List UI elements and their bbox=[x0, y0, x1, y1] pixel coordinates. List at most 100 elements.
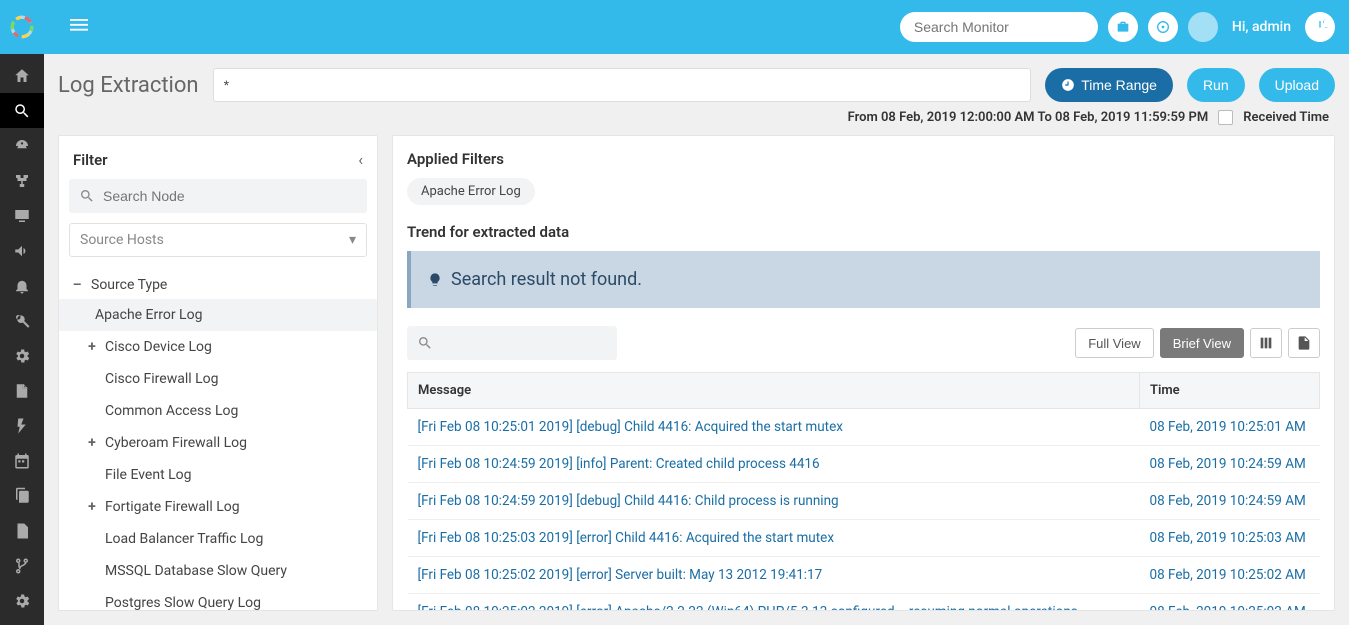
brief-view-button[interactable]: Brief View bbox=[1160, 328, 1244, 358]
filter-title: Filter bbox=[73, 151, 108, 169]
time-range-label: Time Range bbox=[1081, 77, 1157, 93]
nav-network[interactable] bbox=[0, 163, 44, 198]
nav-document[interactable] bbox=[0, 513, 44, 548]
received-time-checkbox[interactable] bbox=[1218, 110, 1233, 125]
cell-message: [Fri Feb 08 10:24:59 2019] [info] Parent… bbox=[408, 446, 1140, 483]
applied-filters-title: Applied Filters bbox=[407, 150, 1320, 168]
search-notice: Search result not found. bbox=[407, 251, 1320, 308]
target-icon[interactable] bbox=[1148, 12, 1178, 42]
source-type-label: Source Type bbox=[91, 277, 167, 293]
full-view-button[interactable]: Full View bbox=[1075, 328, 1154, 358]
nav-alerts[interactable] bbox=[0, 268, 44, 303]
query-input[interactable] bbox=[213, 68, 1032, 102]
nav-admin[interactable] bbox=[0, 583, 44, 618]
plus-icon: + bbox=[87, 339, 97, 355]
table-row[interactable]: [Fri Feb 08 10:24:59 2019] [info] Parent… bbox=[408, 446, 1320, 483]
upload-button[interactable]: Upload bbox=[1259, 68, 1335, 102]
nav-settings[interactable] bbox=[0, 338, 44, 373]
nav-home[interactable] bbox=[0, 58, 44, 93]
nav-calendar[interactable] bbox=[0, 443, 44, 478]
nav-export[interactable] bbox=[0, 373, 44, 408]
nav-search[interactable] bbox=[0, 93, 44, 128]
cell-message: [Fri Feb 08 10:25:01 2019] [debug] Child… bbox=[408, 409, 1140, 446]
search-node-field[interactable] bbox=[69, 179, 367, 213]
nav-announce[interactable] bbox=[0, 233, 44, 268]
table-row[interactable]: [Fri Feb 08 10:25:02 2019] [error] Serve… bbox=[408, 557, 1320, 594]
topbar: Hi, admin bbox=[0, 0, 1349, 54]
applied-filter-chip[interactable]: Apache Error Log bbox=[407, 178, 535, 205]
cell-message: [Fri Feb 08 10:25:02 2019] [error] Apach… bbox=[408, 594, 1140, 612]
collapse-filter-icon[interactable]: ‹ bbox=[358, 150, 363, 169]
global-search-input[interactable] bbox=[914, 19, 1095, 35]
cell-time: 08 Feb, 2019 10:25:02 AM bbox=[1140, 594, 1320, 612]
source-type-label: MSSQL Database Slow Query bbox=[105, 563, 287, 579]
search-node-input[interactable] bbox=[103, 188, 357, 204]
nav-sidebar bbox=[0, 54, 44, 625]
nav-copy[interactable] bbox=[0, 478, 44, 513]
source-type-label: File Event Log bbox=[105, 467, 192, 483]
table-row[interactable]: [Fri Feb 08 10:25:03 2019] [error] Child… bbox=[408, 520, 1320, 557]
export-icon[interactable] bbox=[1288, 328, 1320, 358]
menu-toggle-icon[interactable] bbox=[70, 15, 88, 39]
search-icon bbox=[417, 335, 433, 351]
source-type-label: Apache Error Log bbox=[95, 307, 202, 323]
source-type-item[interactable]: Cisco Firewall Log bbox=[69, 363, 367, 395]
run-button[interactable]: Run bbox=[1187, 68, 1245, 102]
source-type-label: Cyberoam Firewall Log bbox=[105, 435, 247, 451]
main-content: Log Extraction Time Range Run Upload Fro… bbox=[44, 54, 1349, 625]
nav-flash[interactable] bbox=[0, 408, 44, 443]
col-time[interactable]: Time bbox=[1140, 373, 1320, 409]
lightbulb-icon bbox=[427, 272, 443, 288]
source-type-label: Fortigate Firewall Log bbox=[105, 499, 240, 515]
nav-monitor[interactable] bbox=[0, 198, 44, 233]
log-table: Message Time [Fri Feb 08 10:25:01 2019] … bbox=[407, 372, 1320, 611]
power-icon[interactable] bbox=[1305, 12, 1335, 42]
source-type-item[interactable]: Apache Error Log bbox=[59, 299, 377, 331]
source-type-toggle[interactable]: – Source Type bbox=[69, 271, 367, 299]
source-type-item[interactable]: + Cyberoam Firewall Log bbox=[69, 427, 367, 459]
cell-time: 08 Feb, 2019 10:25:01 AM bbox=[1140, 409, 1320, 446]
source-type-label: Cisco Firewall Log bbox=[105, 371, 219, 387]
cell-time: 08 Feb, 2019 10:24:59 AM bbox=[1140, 483, 1320, 520]
cell-time: 08 Feb, 2019 10:25:02 AM bbox=[1140, 557, 1320, 594]
source-type-item[interactable]: Common Access Log bbox=[69, 395, 367, 427]
global-search[interactable] bbox=[900, 12, 1098, 42]
page-title: Log Extraction bbox=[58, 73, 199, 98]
trend-title: Trend for extracted data bbox=[407, 223, 1320, 241]
source-type-item[interactable]: MSSQL Database Slow Query bbox=[69, 555, 367, 587]
filter-panel: Filter ‹ Source Hosts ▾ – Source Type bbox=[58, 135, 378, 611]
columns-icon[interactable] bbox=[1250, 328, 1282, 358]
source-type-item[interactable]: Load Balancer Traffic Log bbox=[69, 523, 367, 555]
app-logo bbox=[0, 0, 44, 54]
table-row[interactable]: [Fri Feb 08 10:25:01 2019] [debug] Child… bbox=[408, 409, 1320, 446]
time-range-text: From 08 Feb, 2019 12:00:00 AM To 08 Feb,… bbox=[848, 110, 1209, 125]
cell-message: [Fri Feb 08 10:25:03 2019] [error] Child… bbox=[408, 520, 1140, 557]
source-hosts-label: Source Hosts bbox=[80, 232, 164, 248]
nav-branch[interactable] bbox=[0, 548, 44, 583]
briefcase-icon[interactable] bbox=[1108, 12, 1138, 42]
source-type-item[interactable]: Postgres Slow Query Log bbox=[69, 587, 367, 610]
source-type-item[interactable]: File Event Log bbox=[69, 459, 367, 491]
cell-message: [Fri Feb 08 10:24:59 2019] [debug] Child… bbox=[408, 483, 1140, 520]
plus-icon: + bbox=[87, 435, 97, 451]
search-icon bbox=[79, 188, 95, 204]
source-type-label: Cisco Device Log bbox=[105, 339, 212, 355]
minus-icon: – bbox=[71, 277, 83, 293]
results-search[interactable] bbox=[407, 326, 617, 360]
table-row[interactable]: [Fri Feb 08 10:25:02 2019] [error] Apach… bbox=[408, 594, 1320, 612]
col-message[interactable]: Message bbox=[408, 373, 1140, 409]
source-type-item[interactable]: + Cisco Device Log bbox=[69, 331, 367, 363]
cell-message: [Fri Feb 08 10:25:02 2019] [error] Serve… bbox=[408, 557, 1140, 594]
source-hosts-select[interactable]: Source Hosts ▾ bbox=[69, 223, 367, 257]
nav-tools[interactable] bbox=[0, 303, 44, 338]
table-row[interactable]: [Fri Feb 08 10:24:59 2019] [debug] Child… bbox=[408, 483, 1320, 520]
cell-time: 08 Feb, 2019 10:25:03 AM bbox=[1140, 520, 1320, 557]
nav-dashboard[interactable] bbox=[0, 128, 44, 163]
source-type-label: Common Access Log bbox=[105, 403, 238, 419]
time-range-button[interactable]: Time Range bbox=[1045, 68, 1173, 102]
user-greeting: Hi, admin bbox=[1232, 19, 1291, 35]
notice-text: Search result not found. bbox=[451, 269, 642, 290]
user-avatar[interactable] bbox=[1188, 12, 1218, 42]
source-type-item[interactable]: +Fortigate Firewall Log bbox=[69, 491, 367, 523]
source-type-list: Apache Error Log + Cisco Device Log Cisco F… bbox=[69, 299, 367, 610]
